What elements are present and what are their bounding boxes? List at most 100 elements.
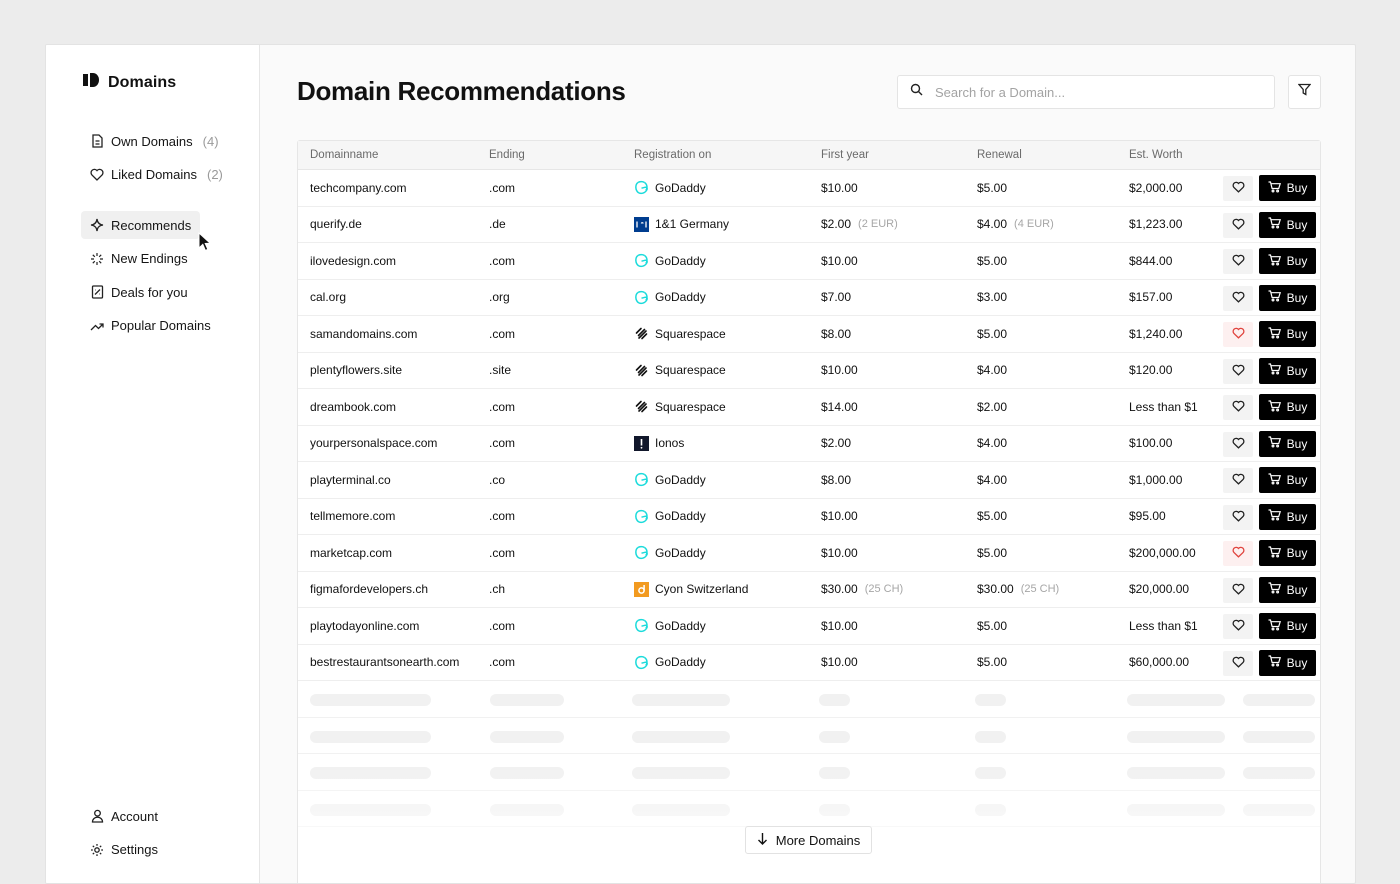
- sidebar-item-account[interactable]: Account: [81, 802, 167, 830]
- buy-label: Buy: [1286, 473, 1308, 487]
- domain-ending: .com: [489, 326, 516, 341]
- buy-button[interactable]: Buy: [1259, 649, 1316, 676]
- sidebar-item-own-domains[interactable]: Own Domains (4): [81, 127, 228, 155]
- buy-button[interactable]: Buy: [1259, 211, 1316, 238]
- filter-button[interactable]: [1288, 75, 1321, 109]
- buy-label: Buy: [1286, 582, 1308, 597]
- domain-name[interactable]: yourpersonalspace.com: [310, 426, 437, 462]
- table-row[interactable]: querify.de .de 1&1 Germany $2.00 (2 EUR) $4.0…: [298, 207, 1320, 243]
- brand[interactable]: Domains: [83, 73, 176, 92]
- buy-button[interactable]: Buy: [1259, 321, 1316, 347]
- more-domains-button[interactable]: More Domains: [745, 826, 872, 854]
- column-header-renewal[interactable]: Renewal: [977, 141, 1022, 169]
- registrar: GoDaddy: [634, 535, 706, 571]
- domain-name[interactable]: cal.org: [310, 280, 346, 316]
- table-row[interactable]: samandomains.com .com Squarespace $8.00 $5.0…: [298, 316, 1320, 353]
- sidebar-item-label: Own Domains: [111, 133, 193, 149]
- table-row[interactable]: plentyflowers.site .site Squarespace $10.00…: [298, 353, 1320, 389]
- buy-button[interactable]: Buy: [1259, 503, 1316, 530]
- buy-button[interactable]: Buy: [1259, 284, 1316, 311]
- buy-button[interactable]: Buy: [1259, 394, 1316, 420]
- buy-button[interactable]: Buy: [1259, 248, 1316, 274]
- buy-button[interactable]: Buy: [1259, 613, 1316, 639]
- column-header-domainname[interactable]: Domainname: [310, 141, 378, 169]
- table-row[interactable]: yourpersonalspace.com .com Ionos $2.00 $4.00…: [298, 426, 1320, 462]
- first-year-price: $7.00: [821, 280, 851, 316]
- registrar-name: GoDaddy: [655, 253, 706, 268]
- buy-button[interactable]: Buy: [1259, 357, 1316, 384]
- like-button[interactable]: [1223, 504, 1253, 530]
- renewal-currency-note: (25 CH): [1020, 583, 1060, 596]
- sidebar-item-liked-domains[interactable]: Liked Domains (2): [81, 161, 232, 189]
- like-button[interactable]: [1223, 322, 1253, 347]
- heart-liked-icon: [1232, 327, 1245, 342]
- buy-button[interactable]: Buy: [1259, 540, 1316, 566]
- domain-name[interactable]: figmafordevelopers.ch: [310, 572, 428, 608]
- column-header-first-year[interactable]: First year: [821, 141, 869, 169]
- domain-name[interactable]: playtodayonline.com: [310, 608, 419, 644]
- like-button[interactable]: [1223, 358, 1253, 384]
- like-button[interactable]: [1223, 650, 1253, 676]
- column-header-est-worth[interactable]: Est. Worth: [1129, 141, 1182, 169]
- domain-ending: .com: [489, 253, 516, 268]
- sidebar-item-recommends[interactable]: Recommends: [81, 211, 201, 239]
- search-input[interactable]: [935, 84, 1245, 100]
- renewal-price: $5.00: [977, 645, 1007, 681]
- table-row[interactable]: playterminal.co .co GoDaddy $8.00 $4.00 $1,00…: [298, 462, 1320, 499]
- sidebar-item-new-endings[interactable]: New Endings: [81, 245, 197, 273]
- renewal-currency-note: (4 EUR): [1014, 218, 1054, 231]
- buy-button[interactable]: Buy: [1259, 175, 1316, 201]
- estimated-worth: $1,000.00: [1129, 472, 1183, 487]
- table-row[interactable]: playtodayonline.com .com GoDaddy $10.00 $5.0…: [298, 608, 1320, 645]
- table-row[interactable]: tellmemore.com .com GoDaddy $10.00 $5.00 $95.…: [298, 499, 1320, 535]
- table-row[interactable]: techcompany.com .com GoDaddy $10.00 $5.00 $2,…: [298, 170, 1320, 207]
- registrar-name: Squarespace: [655, 363, 726, 378]
- domain-ending: .com: [489, 436, 516, 451]
- like-button[interactable]: [1223, 541, 1253, 566]
- like-button[interactable]: [1223, 285, 1253, 311]
- search-box[interactable]: [897, 75, 1275, 109]
- buy-button[interactable]: Buy: [1259, 576, 1316, 603]
- domain-name[interactable]: techcompany.com: [310, 170, 407, 206]
- cart-icon: [1268, 363, 1281, 378]
- renewal-price: $4.00: [977, 426, 1007, 462]
- heart-icon: [1232, 254, 1245, 269]
- table-row[interactable]: figmafordevelopers.ch .ch Cyon Switzerland…: [298, 572, 1320, 608]
- domain-name[interactable]: playterminal.co: [310, 462, 391, 498]
- table-row[interactable]: dreambook.com .com Squarespace $14.00 $2.00 L…: [298, 389, 1320, 426]
- sidebar-item-deals[interactable]: Deals for you: [81, 278, 197, 306]
- domain-name[interactable]: ilovedesign.com: [310, 243, 396, 279]
- buy-label: Buy: [1286, 181, 1308, 195]
- sidebar-item-popular-domains[interactable]: Popular Domains: [81, 312, 220, 340]
- column-header-ending[interactable]: Ending: [489, 141, 525, 169]
- domain-name[interactable]: querify.de: [310, 207, 362, 243]
- like-button[interactable]: [1223, 431, 1253, 457]
- renewal-value: $5.00: [977, 618, 1008, 633]
- registrar: GoDaddy: [634, 170, 706, 206]
- like-button[interactable]: [1223, 468, 1253, 493]
- like-button[interactable]: [1223, 395, 1253, 420]
- buy-button[interactable]: Buy: [1259, 430, 1316, 457]
- like-button[interactable]: [1223, 614, 1253, 639]
- table-row[interactable]: ilovedesign.com .com GoDaddy $10.00 $5.00 $84…: [298, 243, 1320, 280]
- table-row[interactable]: cal.org .org GoDaddy $7.00 $3.00 $157.00 Buy: [298, 280, 1320, 316]
- table-row[interactable]: bestrestaurantsonearth.com .com GoDaddy $10…: [298, 645, 1320, 681]
- like-button[interactable]: [1223, 212, 1253, 238]
- domain-name[interactable]: dreambook.com: [310, 389, 396, 425]
- registrar-name: GoDaddy: [655, 180, 706, 195]
- like-button[interactable]: [1223, 577, 1253, 603]
- cart-icon: [1268, 545, 1281, 561]
- column-header-registration[interactable]: Registration on: [634, 141, 711, 169]
- domain-name[interactable]: samandomains.com: [310, 316, 417, 352]
- domain-name[interactable]: bestrestaurantsonearth.com: [310, 645, 459, 681]
- domain-name[interactable]: tellmemore.com: [310, 499, 395, 535]
- sidebar-item-settings[interactable]: Settings: [81, 836, 167, 864]
- buy-button[interactable]: Buy: [1259, 467, 1316, 493]
- like-button[interactable]: [1223, 176, 1253, 201]
- domain-name[interactable]: marketcap.com: [310, 535, 392, 571]
- domain-name[interactable]: plentyflowers.site: [310, 353, 402, 389]
- renewal-price: $4.00: [977, 462, 1007, 498]
- table-row[interactable]: marketcap.com .com GoDaddy $10.00 $5.00 $200,…: [298, 535, 1320, 572]
- renewal-value: $5.00: [977, 545, 1008, 560]
- like-button[interactable]: [1223, 249, 1253, 274]
